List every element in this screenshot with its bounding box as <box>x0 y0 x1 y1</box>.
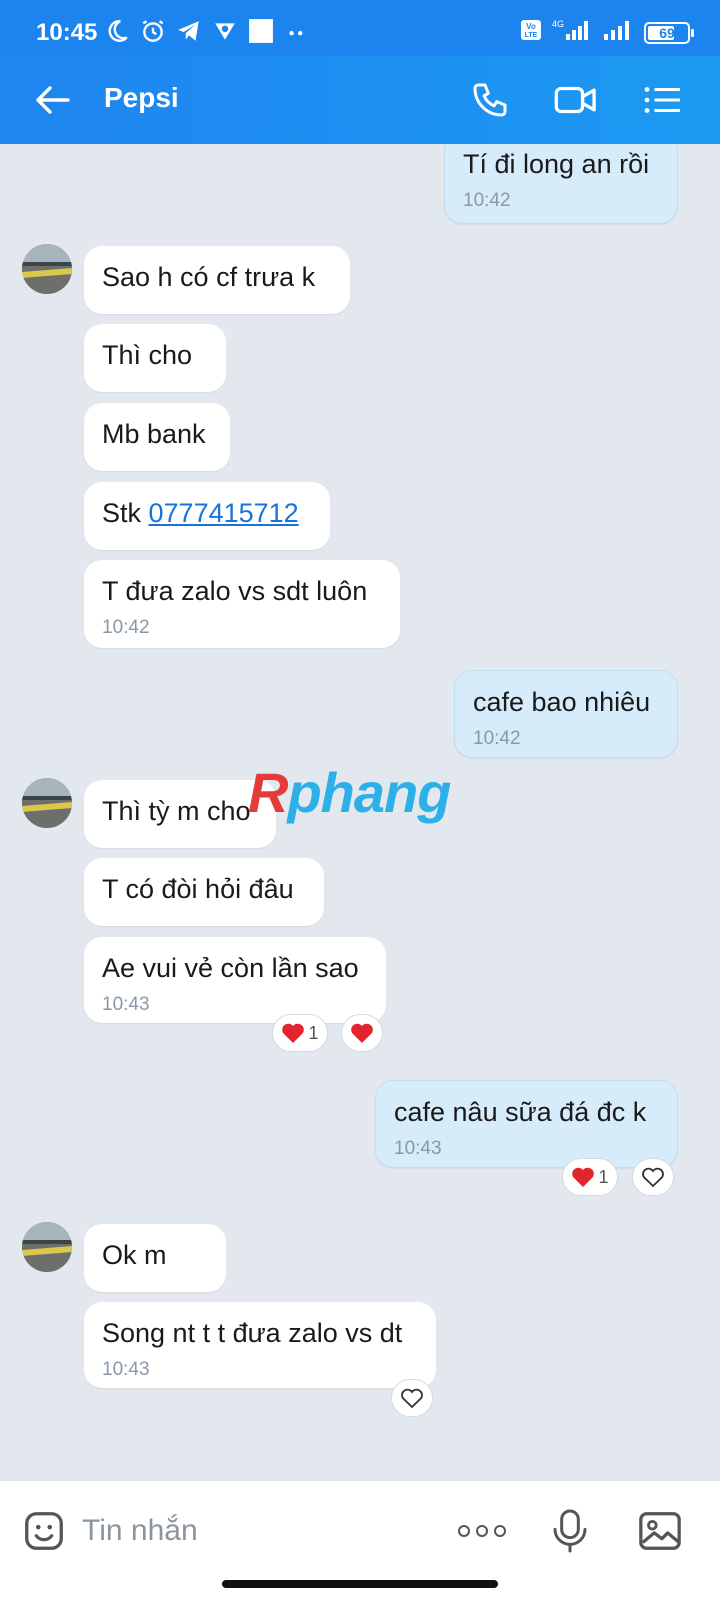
message-time: 10:43 <box>102 994 150 1015</box>
vpn-icon <box>212 18 238 49</box>
message-text: T có đòi hỏi đâu <box>102 874 294 904</box>
video-call-icon <box>554 86 596 114</box>
message-bubble-incoming[interactable]: Thì cho <box>84 324 226 392</box>
battery-icon: 69 <box>644 21 694 44</box>
heart-icon <box>282 1023 305 1043</box>
message-bubble-incoming[interactable]: Ae vui vẻ còn lần sao 10:43 <box>84 937 386 1023</box>
call-button[interactable] <box>466 76 514 124</box>
svg-text:4G: 4G <box>552 19 564 29</box>
home-indicator[interactable] <box>222 1580 498 1588</box>
heart-icon <box>572 1167 595 1187</box>
status-bar: 10:45 Vo LTE 4G 69 <box>0 0 720 56</box>
avatar[interactable] <box>22 244 72 294</box>
message-text: cafe bao nhiêu <box>473 687 651 717</box>
watermark-part2: phang <box>287 761 451 824</box>
watermark-logo: Rphang <box>248 760 451 825</box>
message-text-prefix: Stk <box>102 498 149 528</box>
avatar[interactable] <box>22 778 72 828</box>
message-bubble-outgoing[interactable]: Tí đi long an rồi 10:42 <box>444 144 678 224</box>
message-text: Stk 0777415712 <box>102 498 312 529</box>
menu-list-icon <box>644 87 680 113</box>
phone-icon <box>473 83 507 117</box>
react-button[interactable] <box>341 1014 383 1052</box>
message-bubble-incoming[interactable]: T đưa zalo vs sdt luôn 10:42 <box>84 560 400 648</box>
telegram-icon <box>176 18 202 49</box>
moon-icon <box>104 18 130 49</box>
message-bubble-incoming[interactable]: T có đòi hỏi đâu <box>84 858 324 926</box>
heart-outline-icon <box>401 1388 423 1409</box>
message-bubble-incoming[interactable]: Stk 0777415712 <box>84 482 330 550</box>
svg-text:LTE: LTE <box>525 32 538 39</box>
alarm-icon <box>140 18 166 49</box>
message-text: Tí đi long an rồi <box>463 149 650 179</box>
watermark-part1: R <box>248 761 288 824</box>
chat-header: Pepsi <box>0 56 720 144</box>
message-time: 10:42 <box>473 728 521 749</box>
message-time: 10:43 <box>394 1138 442 1159</box>
message-bubble-incoming[interactable]: Mb bank <box>84 403 230 471</box>
svg-text:Vo: Vo <box>526 22 536 31</box>
sticker-button[interactable] <box>20 1507 68 1555</box>
sticker-icon <box>25 1512 63 1550</box>
message-bubble-incoming[interactable]: Ok m <box>84 1224 226 1292</box>
message-bubble-outgoing[interactable]: cafe bao nhiêu 10:42 <box>454 670 678 758</box>
more-options-icon <box>458 1525 506 1537</box>
volte-icon: Vo LTE <box>520 19 542 46</box>
message-text: Song nt t t đưa zalo vs dt <box>102 1318 403 1348</box>
message-bubble-incoming[interactable]: Song nt t t đưa zalo vs dt 10:43 <box>84 1302 436 1388</box>
menu-button[interactable] <box>638 76 686 124</box>
phone-number-link[interactable]: 0777415712 <box>149 498 299 528</box>
message-time: 10:42 <box>463 190 511 211</box>
microphone-icon <box>553 1509 587 1553</box>
message-bubble-outgoing[interactable]: cafe nâu sữa đá đc k 10:43 <box>375 1080 678 1168</box>
message-text: Thì tỳ m cho <box>102 796 251 826</box>
heart-icon <box>351 1023 373 1043</box>
more-options-button[interactable] <box>456 1507 508 1555</box>
message-text: Ok m <box>102 1240 167 1270</box>
image-icon <box>639 1512 681 1550</box>
reaction-summary[interactable]: 1 <box>272 1014 328 1052</box>
message-text: Ae vui vẻ còn lần sao <box>102 953 359 983</box>
square-icon <box>248 18 274 49</box>
message-bubble-incoming[interactable]: Sao h có cf trưa k <box>84 246 350 314</box>
message-text: T đưa zalo vs sdt luôn <box>102 576 368 606</box>
status-time: 10:45 <box>36 19 98 46</box>
reaction-count: 1 <box>308 1022 319 1043</box>
message-text: Thì cho <box>102 340 193 370</box>
contact-name[interactable]: Pepsi <box>104 82 179 114</box>
heart-outline-icon <box>642 1167 664 1188</box>
message-text: cafe nâu sữa đá đc k <box>394 1097 647 1127</box>
back-arrow-icon <box>36 86 70 114</box>
react-button[interactable] <box>391 1379 433 1417</box>
message-time: 10:43 <box>102 1359 150 1380</box>
more-dots-icon <box>284 18 310 49</box>
reaction-summary[interactable]: 1 <box>562 1158 618 1196</box>
image-button[interactable] <box>636 1507 684 1555</box>
signal-4g-icon: 4G <box>550 18 594 47</box>
message-input[interactable] <box>82 1505 422 1557</box>
back-button[interactable] <box>30 78 74 122</box>
message-time: 10:42 <box>102 617 150 638</box>
react-button[interactable] <box>632 1158 674 1196</box>
video-call-button[interactable] <box>552 76 600 124</box>
reaction-count: 1 <box>598 1166 609 1187</box>
message-text: Sao h có cf trưa k <box>102 262 316 292</box>
avatar[interactable] <box>22 1222 72 1272</box>
voice-button[interactable] <box>546 1507 594 1555</box>
signal-icon <box>602 18 636 47</box>
message-text: Mb bank <box>102 419 206 449</box>
battery-level: 69 <box>659 24 675 41</box>
